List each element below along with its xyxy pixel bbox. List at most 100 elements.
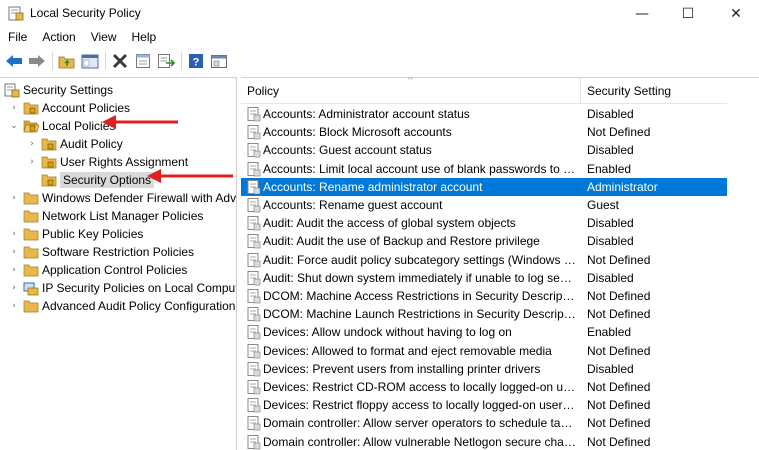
folder-lock-icon [23,102,39,115]
expand-chevron-icon[interactable]: › [26,157,38,167]
tree-item-software-restriction-policies[interactable]: › Software Restriction Policies [8,243,194,261]
policy-setting-icon [247,361,261,377]
policy-row[interactable]: Devices: Restrict CD-ROM access to local… [241,378,727,396]
security-setting-value: Disabled [587,270,634,285]
expand-chevron-icon[interactable]: › [8,283,20,293]
folder-icon [23,300,39,313]
policy-name: Audit: Shut down system immediately if u… [263,270,577,285]
console-icon[interactable] [209,51,229,71]
export-list-icon[interactable] [156,51,176,71]
tree-item-windows-defender-firewall[interactable]: › Windows Defender Firewall with Advance… [8,189,236,207]
toolbar-separator [52,52,53,70]
column-header-security-setting[interactable]: Security Setting [587,84,671,98]
policy-setting-icon [247,107,261,122]
tree-item-network-list-manager[interactable]: Network List Manager Policies [8,207,203,225]
back-arrow-icon[interactable] [4,51,24,71]
tree-pane[interactable]: Security Settings › Account Policies ⌄ L… [0,77,237,450]
tree-item-audit-policy[interactable]: › Audit Policy [26,135,123,153]
tree-item-public-key-policies[interactable]: › Public Key Policies [8,225,143,243]
security-policy-app-icon [8,6,24,21]
policy-setting-icon [247,161,261,176]
policy-row[interactable]: Accounts: Rename guest account Guest [241,196,727,214]
security-setting-value: Disabled [587,216,634,231]
policy-name: Accounts: Block Microsoft accounts [263,125,452,140]
tree-item-label: Software Restriction Policies [42,245,195,259]
column-header-policy[interactable]: Policy [247,84,279,98]
menu-view[interactable]: View [83,27,124,48]
policy-setting-icon [247,179,261,195]
folder-icon [23,246,39,259]
security-setting-value: Not Defined [587,343,651,358]
folder-lock-icon [41,138,57,151]
folder-lock-icon [41,174,57,187]
menu-bar: File Action View Help [0,27,759,48]
policy-row[interactable]: Devices: Prevent users from installing p… [241,360,727,378]
tree-item-security-options[interactable]: Security Options [26,171,155,189]
policy-row[interactable]: Devices: Allow undock without having to … [241,323,727,341]
expand-chevron-icon[interactable]: › [8,301,20,311]
menu-help[interactable]: Help [124,27,164,48]
tree-item-label: Security Options [60,172,155,188]
expand-chevron-icon[interactable]: › [8,193,20,203]
tree-item-label: Public Key Policies [42,227,144,241]
policy-row[interactable]: Domain controller: Allow server operator… [241,414,727,432]
policy-row[interactable]: Devices: Restrict floppy access to local… [241,396,727,414]
tree-item-application-control-policies[interactable]: › Application Control Policies [8,261,187,279]
policy-row[interactable]: Audit: Force audit policy subcategory se… [241,251,727,269]
delete-icon[interactable] [110,51,130,71]
forward-arrow-icon[interactable] [27,51,47,71]
help-icon[interactable]: ? [186,51,206,71]
security-setting-value: Not Defined [587,434,651,449]
expand-chevron-icon[interactable]: › [26,139,38,149]
policy-row[interactable]: Devices: Allowed to format and eject rem… [241,342,727,360]
policy-row[interactable]: Audit: Shut down system immediately if u… [241,269,727,287]
expand-chevron-icon[interactable]: › [8,103,20,113]
maximize-button[interactable]: ☐ [665,0,711,27]
policy-setting-icon [247,343,261,358]
up-folder-icon[interactable] [57,51,77,71]
expand-chevron-icon[interactable]: › [8,265,20,275]
security-setting-value: Administrator [587,179,658,194]
menu-file[interactable]: File [0,27,34,48]
policy-setting-icon [247,125,261,140]
security-setting-value: Enabled [587,325,632,340]
policy-row[interactable]: Accounts: Limit local account use of bla… [241,160,727,178]
tree-item-label: IP Security Policies on Local Computer [42,281,237,295]
security-setting-value: Not Defined [587,398,651,413]
tree-root-security-settings[interactable]: Security Settings [4,81,113,99]
policy-row[interactable]: Accounts: Administrator account status Di… [241,105,727,123]
tree-item-advanced-audit-policy[interactable]: › Advanced Audit Policy Configuration [8,297,235,315]
policy-row[interactable]: Domain controller: Allow vulnerable Netl… [241,433,727,450]
policy-setting-icon [247,380,261,395]
properties-icon[interactable] [133,51,153,71]
collapse-chevron-icon[interactable]: ⌄ [8,121,20,131]
folder-lock-icon [41,156,57,169]
policy-name: DCOM: Machine Launch Restrictions in Sec… [263,307,577,322]
folder-icon [23,210,39,223]
policy-setting-icon [247,252,261,267]
policy-row[interactable]: Accounts: Guest account status Disabled [241,141,727,159]
minimize-button[interactable]: — [619,0,665,27]
policy-row[interactable]: Accounts: Block Microsoft accounts Not De… [241,123,727,141]
policy-name: Accounts: Limit local account use of bla… [263,161,577,176]
policy-row[interactable]: Accounts: Rename administrator account Ad… [241,177,727,196]
policy-row[interactable]: Audit: Audit the access of global system… [241,214,727,232]
show-hide-tree-icon[interactable] [80,51,100,71]
tree-item-label: Audit Policy [60,137,123,151]
policy-row[interactable]: DCOM: Machine Access Restrictions in Sec… [241,287,727,305]
policy-list[interactable]: ^ Policy Security Setting Accounts: Admi… [241,77,759,450]
policy-row[interactable]: Audit: Audit the use of Backup and Resto… [241,232,727,250]
close-button[interactable]: ✕ [713,0,759,27]
expand-chevron-icon[interactable]: › [8,229,20,239]
column-divider[interactable] [580,78,581,104]
menu-action[interactable]: Action [34,27,82,48]
policy-setting-icon [247,143,261,158]
policy-row[interactable]: DCOM: Machine Launch Restrictions in Sec… [241,305,727,323]
tree-root-label: Security Settings [23,83,114,97]
expand-chevron-icon[interactable]: › [8,247,20,257]
network-policy-icon [23,282,39,296]
tree-item-ip-security-policies[interactable]: › IP Security Policies on Local Computer [8,279,237,297]
title-bar: Local Security Policy — ☐ ✕ [0,0,759,27]
policy-setting-icon [247,198,261,213]
vertical-scrollbar[interactable] [745,78,759,450]
